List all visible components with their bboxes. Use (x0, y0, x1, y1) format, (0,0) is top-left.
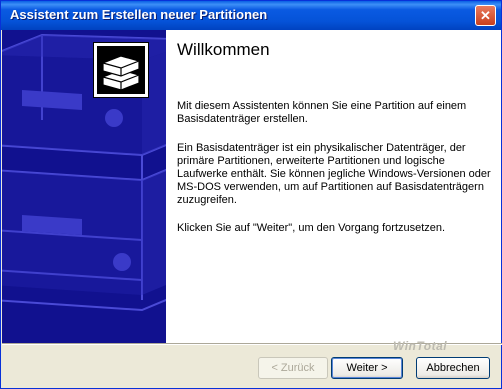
description-text: Ein Basisdatenträger ist ein physikalisc… (177, 142, 491, 206)
instruction-text: Klicken Sie auf "Weiter", um den Vorgang… (177, 222, 446, 234)
wizard-content: Willkommen Mit diesem Assistenten können… (166, 30, 501, 343)
close-icon: ✕ (480, 8, 491, 23)
page-title: Willkommen (177, 40, 270, 59)
stacked-disks-icon (93, 42, 149, 98)
wizard-sidebar (2, 30, 166, 343)
close-button[interactable]: ✕ (475, 5, 496, 26)
next-button[interactable]: Weiter > (331, 357, 403, 379)
watermark: WinTotal (393, 339, 448, 353)
cancel-button[interactable]: Abbrechen (416, 357, 490, 379)
title-bar[interactable]: Assistent zum Erstellen neuer Partitione… (1, 1, 501, 30)
back-button[interactable]: < Zurück (258, 357, 328, 379)
window-title: Assistent zum Erstellen neuer Partitione… (10, 7, 268, 22)
wizard-window: Assistent zum Erstellen neuer Partitione… (0, 0, 502, 389)
intro-text: Mit diesem Assistenten können Sie eine P… (177, 100, 467, 125)
